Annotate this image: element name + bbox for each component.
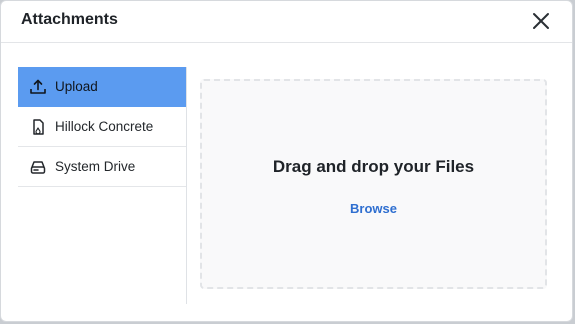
sidebar-item-label: Hillock Concrete: [55, 119, 154, 134]
upload-icon: [28, 77, 48, 97]
document-icon: [28, 117, 48, 137]
attachments-dialog: Attachments Upload Hillock Concrete Syst…: [0, 0, 573, 322]
dialog-header: Attachments: [1, 1, 572, 43]
sidebar-item-label: System Drive: [55, 159, 136, 174]
sidebar-item-label: Upload: [55, 79, 98, 94]
close-icon[interactable]: [530, 10, 552, 32]
file-dropzone[interactable]: Drag and drop your Files Browse: [200, 79, 547, 289]
source-sidebar: Upload Hillock Concrete System Drive: [18, 67, 187, 304]
drive-icon: [28, 157, 48, 177]
sidebar-item-system-drive[interactable]: System Drive: [18, 147, 186, 187]
sidebar-item-hillock-concrete[interactable]: Hillock Concrete: [18, 107, 186, 147]
browse-link[interactable]: Browse: [202, 201, 545, 216]
dialog-title: Attachments: [21, 11, 118, 28]
dropzone-title: Drag and drop your Files: [272, 157, 475, 176]
sidebar-item-upload[interactable]: Upload: [18, 67, 186, 107]
